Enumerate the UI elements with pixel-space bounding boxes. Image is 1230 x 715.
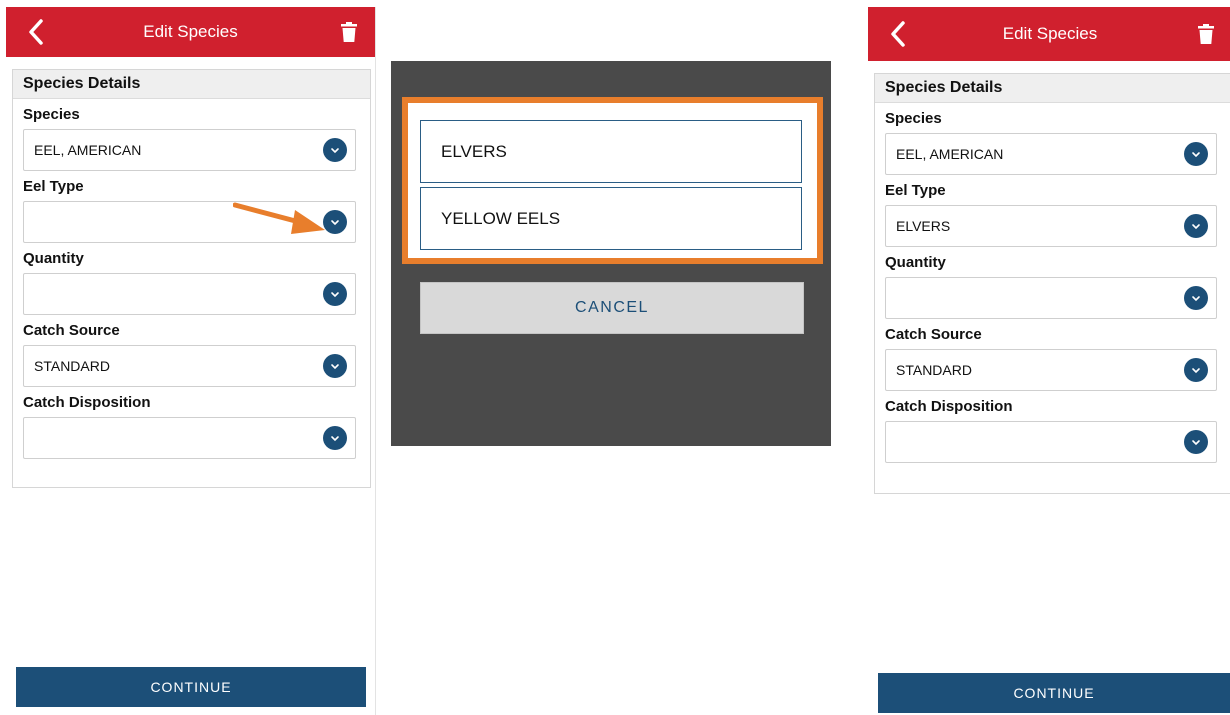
arrow-icon bbox=[233, 202, 325, 234]
trash-icon[interactable] bbox=[341, 22, 357, 42]
continue-button[interactable]: CONTINUE bbox=[16, 667, 366, 707]
species-label: Species bbox=[885, 110, 942, 127]
catch-disposition-select[interactable] bbox=[885, 421, 1217, 463]
catch-source-select[interactable]: STANDARD bbox=[23, 345, 356, 387]
eel-type-picker-modal: ELVERS YELLOW EELS CANCEL bbox=[391, 61, 831, 446]
species-label: Species bbox=[23, 106, 80, 123]
quantity-label: Quantity bbox=[885, 254, 946, 271]
eel-type-value: ELVERS bbox=[896, 218, 951, 234]
catch-source-value: STANDARD bbox=[34, 358, 110, 374]
page-title: Edit Species bbox=[1002, 24, 1098, 43]
quantity-select[interactable] bbox=[885, 277, 1217, 319]
species-select[interactable]: EEL, AMERICAN bbox=[23, 129, 356, 171]
page-title: Edit Species bbox=[143, 22, 238, 41]
chevron-down-icon[interactable] bbox=[1184, 430, 1208, 454]
trash-icon[interactable] bbox=[1198, 24, 1214, 44]
left-phone-screen: Edit Species Species Details Species EEL… bbox=[6, 7, 376, 715]
species-value: EEL, AMERICAN bbox=[896, 146, 1004, 162]
chevron-down-icon[interactable] bbox=[323, 426, 347, 450]
continue-button[interactable]: CONTINUE bbox=[878, 673, 1230, 713]
chevron-down-icon[interactable] bbox=[1184, 286, 1208, 310]
chevron-down-icon[interactable] bbox=[323, 282, 347, 306]
right-phone-screen: Edit Species Species Details Species EEL… bbox=[868, 7, 1230, 715]
chevron-down-icon[interactable] bbox=[1184, 142, 1208, 166]
species-value: EEL, AMERICAN bbox=[34, 142, 142, 158]
eel-type-label: Eel Type bbox=[885, 182, 946, 199]
species-details-panel: Species Details Species EEL, AMERICAN Ee… bbox=[874, 73, 1230, 494]
catch-source-select[interactable]: STANDARD bbox=[885, 349, 1217, 391]
catch-disposition-select[interactable] bbox=[23, 417, 356, 459]
eel-type-label: Eel Type bbox=[23, 178, 84, 195]
cancel-button[interactable]: CANCEL bbox=[420, 282, 804, 334]
highlight-frame bbox=[402, 97, 823, 264]
catch-disposition-label: Catch Disposition bbox=[885, 398, 1013, 415]
catch-source-value: STANDARD bbox=[896, 362, 972, 378]
section-title: Species Details bbox=[875, 74, 1230, 103]
chevron-down-icon[interactable] bbox=[1184, 358, 1208, 382]
app-header: Edit Species bbox=[868, 7, 1230, 61]
quantity-select[interactable] bbox=[23, 273, 356, 315]
chevron-down-icon[interactable] bbox=[1184, 214, 1208, 238]
chevron-down-icon[interactable] bbox=[323, 354, 347, 378]
catch-disposition-label: Catch Disposition bbox=[23, 394, 151, 411]
app-header: Edit Species bbox=[6, 7, 375, 57]
catch-source-label: Catch Source bbox=[885, 326, 982, 343]
quantity-label: Quantity bbox=[23, 250, 84, 267]
chevron-down-icon[interactable] bbox=[323, 138, 347, 162]
catch-source-label: Catch Source bbox=[23, 322, 120, 339]
species-select[interactable]: EEL, AMERICAN bbox=[885, 133, 1217, 175]
section-title: Species Details bbox=[13, 70, 370, 99]
species-details-panel: Species Details Species EEL, AMERICAN Ee… bbox=[12, 69, 371, 488]
eel-type-select[interactable]: ELVERS bbox=[885, 205, 1217, 247]
